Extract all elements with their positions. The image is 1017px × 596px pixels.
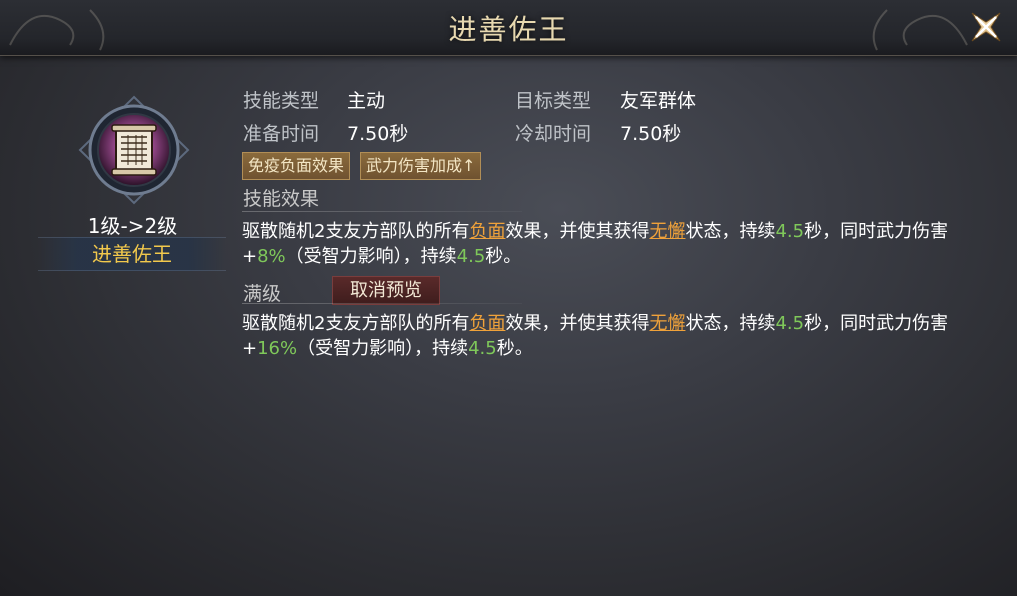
target-type-label: 目标类型 [515, 90, 592, 112]
max-level-description: 驱散随机2支友方部队的所有负面效果，并使其获得无懈状态，持续4.5秒，同时武力伤… [242, 313, 949, 359]
title-bar: 进善佐王 [0, 0, 1017, 56]
cooldown-value: 7.50秒 [620, 123, 682, 145]
negative-keyword[interactable]: 负面 [469, 221, 505, 242]
prep-time-label: 准备时间 [243, 123, 320, 145]
status-keyword[interactable]: 无懈 [649, 221, 685, 242]
effect-divider [242, 211, 522, 212]
cancel-preview-button[interactable]: 取消预览 [332, 276, 440, 305]
scroll-icon [78, 95, 190, 205]
ornament-right-icon [872, 9, 968, 51]
skill-type-value: 主动 [347, 90, 386, 112]
tag-immune-negative: 免疫负面效果 [242, 152, 351, 180]
max-divider [242, 303, 522, 304]
effect-section-title: 技能效果 [243, 188, 320, 210]
skill-type-label: 技能类型 [243, 90, 320, 112]
effect-description: 驱散随机2支友方部队的所有负面效果，并使其获得无懈状态，持续4.5秒，同时武力伤… [242, 221, 949, 267]
max-level-title: 满级 [243, 283, 282, 305]
target-type-value: 友军群体 [620, 90, 697, 112]
skill-icon-frame [76, 95, 192, 205]
tag-force-damage-up: 武力伤害加成↑ [360, 152, 482, 180]
skill-name: 进善佐王 [38, 237, 226, 271]
negative-keyword[interactable]: 负面 [469, 313, 505, 334]
level-change: 1级->2级 [87, 214, 178, 238]
prep-time-value: 7.50秒 [347, 123, 409, 145]
cooldown-label: 冷却时间 [515, 123, 592, 145]
status-keyword[interactable]: 无懈 [649, 313, 685, 334]
close-icon[interactable] [967, 8, 1005, 46]
